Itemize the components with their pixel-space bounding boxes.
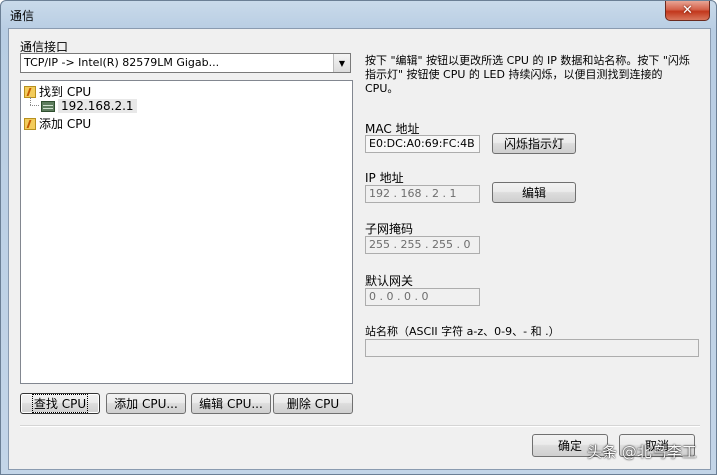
edit-cpu-button[interactable]: 编辑 CPU... — [191, 393, 271, 414]
tree-item-add-cpu-label: 添加 CPU — [39, 117, 92, 131]
divider — [20, 425, 700, 427]
tree-item-cpu-ip: 192.168.2.1 — [58, 99, 137, 113]
chevron-down-icon[interactable]: ▼ — [333, 54, 350, 72]
ok-button-label: 确定 — [557, 439, 582, 453]
edit-button-label: 编辑 — [521, 186, 546, 200]
delete-cpu-button-label: 删除 CPU — [286, 397, 340, 411]
dialog-client-area: 通信接口 TCP/IP -> Intel(R) 82579LM Gigab...… — [8, 28, 711, 470]
window-title: 通信 — [10, 9, 35, 23]
gateway-label: 默认网关 — [365, 274, 414, 288]
find-cpu-button-label: 查找 CPU — [31, 394, 89, 413]
close-icon: ✕ — [682, 3, 693, 18]
ip-field[interactable]: 192 . 168 . 2 . 1 — [365, 185, 480, 203]
tree-item-add-cpu[interactable]: 添加 CPU — [24, 115, 91, 132]
flash-led-button-label: 闪烁指示灯 — [503, 137, 564, 151]
communication-dialog: 通信 ✕ 通信接口 TCP/IP -> Intel(R) 82579LM Gig… — [0, 0, 717, 475]
subnet-label: 子网掩码 — [365, 222, 414, 236]
cpu-tree[interactable]: 找到 CPU 192.168.2.1 添加 CPU — [20, 80, 353, 384]
close-button[interactable]: ✕ — [665, 1, 710, 21]
help-description: 按下 "编辑" 按钮以更改所选 CPU 的 IP 数据和站名称。按下 "闪烁指示… — [365, 54, 690, 95]
folder-icon — [24, 85, 36, 98]
station-name-label: 站名称（ASCII 字符 a-z、0-9、- 和 .） — [365, 325, 560, 338]
folder-icon — [24, 117, 36, 130]
subnet-field[interactable]: 255 . 255 . 255 . 0 — [365, 236, 480, 254]
ip-label: IP 地址 — [365, 171, 404, 185]
watermark: 头条 @北鸟李工 — [587, 443, 697, 461]
gateway-field[interactable]: 0 . 0 . 0 . 0 — [365, 288, 480, 306]
plc-icon — [41, 100, 55, 112]
interface-selected-value: TCP/IP -> Intel(R) 82579LM Gigab... — [24, 56, 220, 69]
title-bar[interactable]: 通信 ✕ — [1, 1, 716, 28]
add-cpu-button[interactable]: 添加 CPU... — [106, 393, 186, 414]
flash-led-button[interactable]: 闪烁指示灯 — [492, 133, 576, 154]
interface-select[interactable]: TCP/IP -> Intel(R) 82579LM Gigab... ▼ — [20, 53, 351, 73]
dropdown-arrow-glyph: ▼ — [338, 58, 346, 68]
station-name-field[interactable] — [365, 339, 699, 357]
delete-cpu-button[interactable]: 删除 CPU — [273, 393, 353, 414]
mac-field: E0:DC:A0:69:FC:4B — [365, 135, 480, 153]
tree-item-found-cpu[interactable]: 找到 CPU — [24, 83, 91, 100]
edit-cpu-button-label: 编辑 CPU... — [199, 397, 263, 411]
edit-button[interactable]: 编辑 — [492, 182, 576, 203]
tree-connector — [30, 97, 31, 105]
find-cpu-button[interactable]: 查找 CPU — [20, 393, 100, 414]
tree-connector — [30, 105, 39, 106]
add-cpu-button-label: 添加 CPU... — [114, 397, 178, 411]
tree-item-cpu[interactable]: 192.168.2.1 — [41, 99, 137, 113]
tree-item-found-cpu-label: 找到 CPU — [39, 85, 92, 99]
